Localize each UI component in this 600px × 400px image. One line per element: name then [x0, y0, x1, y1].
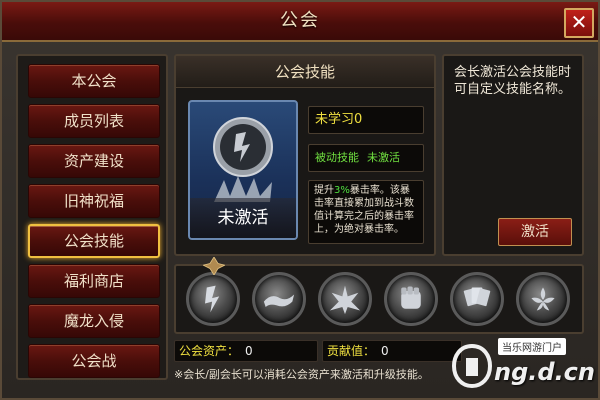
fist-skill-icon — [401, 286, 421, 309]
window-title: 公会 — [280, 10, 320, 31]
close-icon: ✕ — [570, 10, 588, 34]
hands-skill-icon — [263, 294, 295, 307]
guild-assets: 公会资产： 0 — [174, 340, 318, 362]
cards-skill-icon — [463, 287, 491, 307]
watermark: 当乐网游门户 ng.d.cn — [450, 336, 598, 396]
watermark-main-text: ng.d.cn — [494, 358, 595, 386]
watermark-top-text: 当乐网游门户 — [498, 338, 566, 355]
sidebar-item-blessing[interactable]: 旧神祝福 — [28, 184, 160, 218]
skill-slot-6[interactable] — [516, 272, 570, 326]
sidebar-item-guild-war[interactable]: 公会战 — [28, 344, 160, 378]
skill-type-box: 被动技能 未激活 — [308, 144, 424, 172]
title-bar: 公会 ✕ — [2, 2, 598, 42]
selected-indicator-icon — [203, 257, 225, 275]
footnote: ※会长/副会长可以消耗公会资产来激活和升级技能。 — [174, 368, 429, 381]
skill-slot-3[interactable] — [318, 272, 372, 326]
skill-slot-5[interactable] — [450, 272, 504, 326]
skill-slot-2[interactable] — [252, 272, 306, 326]
contribution-label: 贡献值： — [327, 344, 376, 358]
flower-skill-icon — [531, 287, 555, 311]
sidebar-item-guild[interactable]: 本公会 — [28, 64, 160, 98]
leader-info-text: 会长激活公会技能时可自定义技能名称。 — [454, 65, 572, 97]
sidebar-item-welfare-shop[interactable]: 福利商店 — [28, 264, 160, 298]
guild-window: 公会 ✕ 本公会 成员列表 资产建设 旧神祝福 公会技能 福利商店 魔龙入侵 公… — [0, 0, 600, 400]
info-panel: 会长激活公会技能时可自定义技能名称。 激活 — [442, 54, 584, 256]
activate-button[interactable]: 激活 — [498, 218, 572, 246]
sidebar-item-dragon-invasion[interactable]: 魔龙入侵 — [28, 304, 160, 338]
claw-skill-icon — [213, 117, 273, 177]
assets-label: 公会资产： — [179, 344, 240, 358]
skill-slot-1[interactable] — [186, 257, 240, 326]
skill-type-status: 未激活 — [367, 151, 400, 164]
skill-panel: 公会技能 未激活 未学习0 被动技能 未激活 提升3%暴击率。该暴击率直接累加到战… — [174, 54, 436, 256]
sidebar: 本公会 成员列表 资产建设 旧神祝福 公会技能 福利商店 魔龙入侵 公会战 — [16, 54, 168, 380]
skill-card: 未激活 — [188, 100, 298, 240]
skill-description: 提升3%暴击率。该暴击率直接累加到战斗数值计算完之后的暴击率上，为绝对暴击率。 — [308, 180, 424, 244]
watermark-logo-icon — [452, 344, 492, 388]
assets-value: 0 — [245, 344, 253, 358]
sidebar-item-assets[interactable]: 资产建设 — [28, 144, 160, 178]
contribution-value: 0 — [381, 344, 389, 358]
sidebar-item-guild-skills[interactable]: 公会技能 — [28, 224, 160, 258]
wings-skill-icon — [329, 285, 361, 315]
skill-slot-4[interactable] — [384, 272, 438, 326]
skill-level: 未学习0 — [308, 106, 424, 134]
claw-skill-icon — [205, 285, 220, 313]
skill-status-label: 未激活 — [190, 198, 296, 238]
skill-slots-panel — [174, 257, 584, 334]
desc-highlight: 3% — [334, 185, 350, 196]
close-button[interactable]: ✕ — [564, 8, 594, 38]
skill-type: 被动技能 — [315, 151, 359, 164]
desc-prefix: 提升 — [314, 185, 334, 196]
contribution: 贡献值： 0 — [322, 340, 462, 362]
sidebar-item-members[interactable]: 成员列表 — [28, 104, 160, 138]
panel-title: 公会技能 — [176, 56, 434, 88]
